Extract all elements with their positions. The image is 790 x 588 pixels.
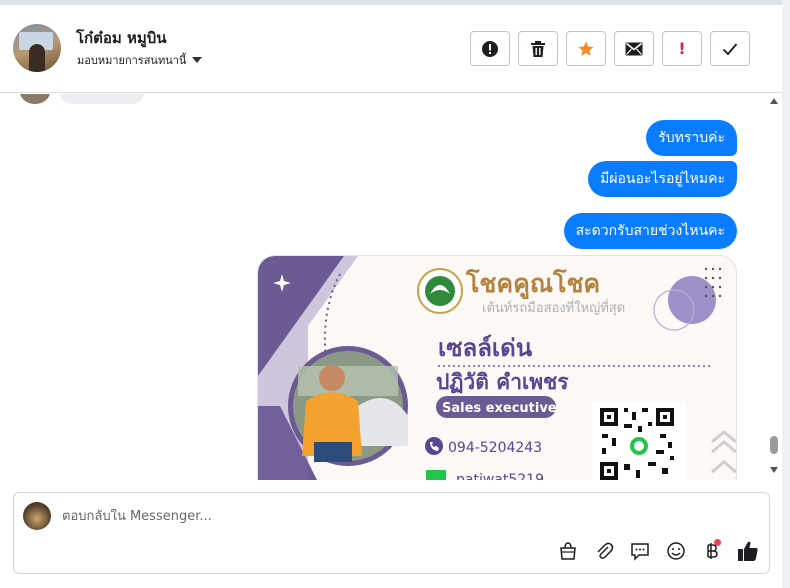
contact-avatar-small: [20, 94, 50, 104]
scrollbar-track[interactable]: [782, 0, 790, 588]
contact-name[interactable]: โก๋ต๋อม หมูบิน: [76, 26, 167, 50]
scroll-up-arrow[interactable]: [770, 98, 778, 104]
trash-icon: [531, 40, 545, 57]
shopping-bag-icon: [560, 542, 576, 560]
outgoing-message-bubble: รับทราบค่ะ: [646, 120, 737, 156]
page-avatar: [23, 502, 51, 530]
line-app-icon: [426, 470, 446, 480]
reply-input[interactable]: [62, 509, 662, 524]
contact-avatar[interactable]: [13, 24, 61, 72]
shop-button[interactable]: [556, 539, 580, 563]
paperclip-icon: [597, 542, 614, 559]
card-phone: 094-5204243: [448, 440, 542, 456]
card-brand: โชคคูณโชค: [465, 268, 600, 300]
incoming-message-bubble: [60, 94, 144, 104]
saved-replies-button[interactable]: [628, 539, 652, 563]
message-thread: รับทราบค่ะ มีผ่อนอะไรอยู่ไหมคะ สะดวกรับส…: [0, 94, 782, 480]
conversation-header: โก๋ต๋อม หมูบิน มอบหมายการสนทนานี้ !: [0, 5, 782, 93]
mail-button[interactable]: [614, 31, 654, 66]
card-headline: เซลล์เด่น: [438, 334, 533, 362]
star-icon: [578, 41, 594, 56]
assign-label: มอบหมายการสนทนานี้: [77, 54, 187, 67]
business-card-image[interactable]: โชคคูณโชค เต้นท์รถมือสองที่ใหญ่ที่สุด เซ…: [257, 255, 737, 480]
payment-button[interactable]: [700, 539, 724, 563]
thumbs-up-icon: [738, 541, 758, 561]
reply-composer: [13, 492, 770, 574]
emoji-button[interactable]: [664, 539, 688, 563]
scroll-down-arrow[interactable]: [770, 467, 778, 473]
assign-conversation-dropdown[interactable]: มอบหมายการสนทนานี้: [77, 51, 203, 69]
scrollbar-thumb[interactable]: [770, 436, 778, 454]
outgoing-message-bubble: มีผ่อนอะไรอยู่ไหมคะ: [588, 161, 737, 197]
card-line-id: patiwat5219: [456, 472, 544, 480]
card-role: Sales executive: [442, 401, 557, 416]
like-button[interactable]: [736, 539, 760, 563]
delete-button[interactable]: [518, 31, 558, 66]
attach-button[interactable]: [592, 539, 616, 563]
envelope-icon: [625, 42, 643, 55]
exclamation-circle-icon: [482, 40, 498, 57]
inbox-conversation-window: โก๋ต๋อม หมูบิน มอบหมายการสนทนานี้ ! รับท…: [0, 0, 790, 588]
check-icon: [722, 42, 738, 55]
mark-important-button[interactable]: !: [662, 31, 702, 66]
card-tagline: เต้นท์รถมือสองที่ใหญ่ที่สุด: [482, 299, 625, 316]
star-button[interactable]: [566, 31, 606, 66]
important-label: !: [678, 39, 686, 58]
info-button[interactable]: [470, 31, 510, 66]
notification-dot: [714, 539, 721, 546]
phone-icon: [425, 437, 443, 455]
chevron-down-icon: [192, 57, 203, 63]
mark-done-button[interactable]: [710, 31, 750, 66]
card-person-name: ปฏิวัติ คำเพชร: [436, 370, 569, 394]
speech-bubble-icon: [631, 543, 649, 561]
smiley-icon: [667, 542, 685, 560]
outgoing-message-bubble: สะดวกรับสายช่วงไหนคะ: [563, 213, 737, 249]
business-card-graphic: โชคคูณโชค เต้นท์รถมือสองที่ใหญ่ที่สุด เซ…: [258, 256, 736, 480]
